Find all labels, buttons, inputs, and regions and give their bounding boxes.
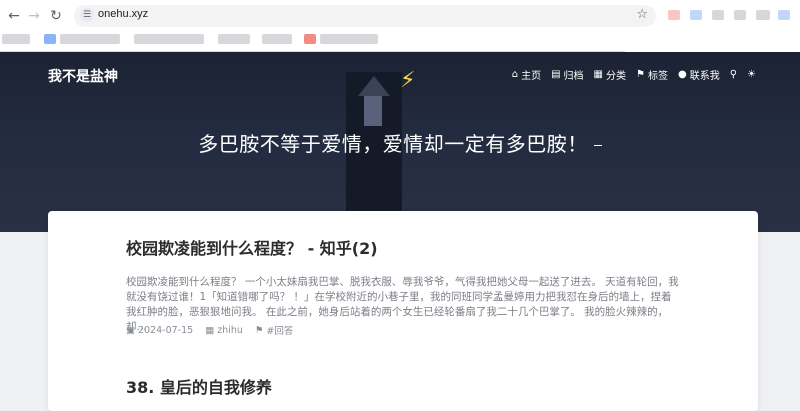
nav-item-contact[interactable]: ● 联系我	[678, 67, 720, 82]
post-category[interactable]: ▦ zhihu	[205, 323, 243, 337]
nav-label: 归档	[563, 71, 584, 82]
lightning-icon: ⚡	[400, 68, 416, 93]
extension-icon[interactable]	[756, 10, 770, 20]
category-text[interactable]: zhihu	[217, 325, 243, 336]
site-brand[interactable]: 我不是盐神	[48, 66, 118, 86]
nav-label: 标签	[647, 71, 668, 82]
site-headline: 多巴胺不等于爱情，爱情却一定有多巴胺！	[0, 128, 800, 157]
calendar-icon: ▣	[126, 324, 135, 336]
url-text[interactable]: onehu.xyz	[98, 8, 148, 20]
nav-label: 主页	[521, 71, 542, 82]
bookmark-item[interactable]	[262, 34, 292, 44]
extension-icon[interactable]	[712, 10, 724, 20]
category-icon: ▦	[205, 324, 215, 336]
tag-text[interactable]: #回答	[266, 323, 293, 337]
bookmark-item[interactable]	[44, 34, 56, 44]
post-tag[interactable]: ⚑ #回答	[254, 323, 294, 338]
extension-icon[interactable]	[734, 10, 746, 20]
post-title[interactable]: 38. 皇后的自我修养	[126, 374, 272, 398]
nav-item-category[interactable]: ▦ 分类	[594, 67, 626, 82]
nav-label: 分类	[606, 71, 626, 82]
star-icon[interactable]: ☆	[636, 7, 648, 22]
post-list-card: 校园欺凌能到什么程度？ - 知乎(2) 校园欺凌能到什么程度？ 一个小太妹扇我巴…	[48, 211, 758, 411]
extension-icon[interactable]	[668, 10, 680, 20]
user-icon: ●	[677, 69, 687, 80]
theme-toggle-icon[interactable]: ☀	[747, 67, 756, 82]
headline-text: 多巴胺不等于爱情，爱情却一定有多巴胺！	[198, 132, 588, 156]
archive-icon: ▤	[551, 69, 561, 80]
bookmark-item[interactable]	[320, 34, 378, 44]
extension-icon[interactable]	[690, 10, 702, 20]
tag-icon: ⚑	[636, 69, 645, 80]
home-icon: ⌂	[511, 69, 519, 80]
site-info-icon[interactable]: ☰	[80, 8, 94, 22]
tower-window	[364, 96, 382, 126]
bookmark-item[interactable]	[60, 34, 120, 44]
date-text: 2024-07-15	[137, 324, 194, 336]
nav-label: 联系我	[689, 71, 720, 82]
post-meta: ▣ 2024-07-15 ▦ zhihu ⚑ #回答	[126, 323, 294, 338]
nav-item-archive[interactable]: ▤ 归档	[551, 67, 583, 82]
browser-chrome: ← → ↻ ☰ onehu.xyz ☆	[0, 0, 800, 53]
post-date: ▣ 2024-07-15	[126, 323, 193, 337]
bookmark-item[interactable]	[218, 34, 250, 44]
nav-item-home[interactable]: ⌂ 主页	[512, 67, 541, 82]
main-nav: ⌂ 主页 ▤ 归档 ▦ 分类 ⚑ 标签 ● 联系我 ⚲ ☀	[512, 67, 756, 82]
nav-item-tags[interactable]: ⚑ 标签	[636, 67, 668, 82]
search-icon[interactable]: ⚲	[730, 67, 737, 82]
bookmark-item[interactable]	[134, 34, 204, 44]
post-title[interactable]: 校园欺凌能到什么程度？ - 知乎(2)	[126, 235, 378, 259]
arrow-right-icon[interactable]: →	[24, 6, 44, 26]
extension-icon[interactable]	[778, 10, 790, 20]
bookmark-item[interactable]	[2, 34, 30, 44]
address-bar[interactable]: ☰ onehu.xyz ☆	[74, 5, 656, 27]
reload-icon[interactable]: ↻	[46, 6, 66, 26]
typing-cursor	[593, 145, 602, 146]
category-icon: ▦	[593, 69, 603, 80]
bookmark-item[interactable]	[304, 34, 316, 44]
site-header: ⚡ 我不是盐神 ⌂ 主页 ▤ 归档 ▦ 分类 ⚑ 标签 ● 联系我 ⚲ ☀ 多巴…	[0, 52, 800, 232]
tag-icon: ⚑	[254, 324, 264, 336]
arrow-left-icon[interactable]: ←	[4, 6, 24, 26]
